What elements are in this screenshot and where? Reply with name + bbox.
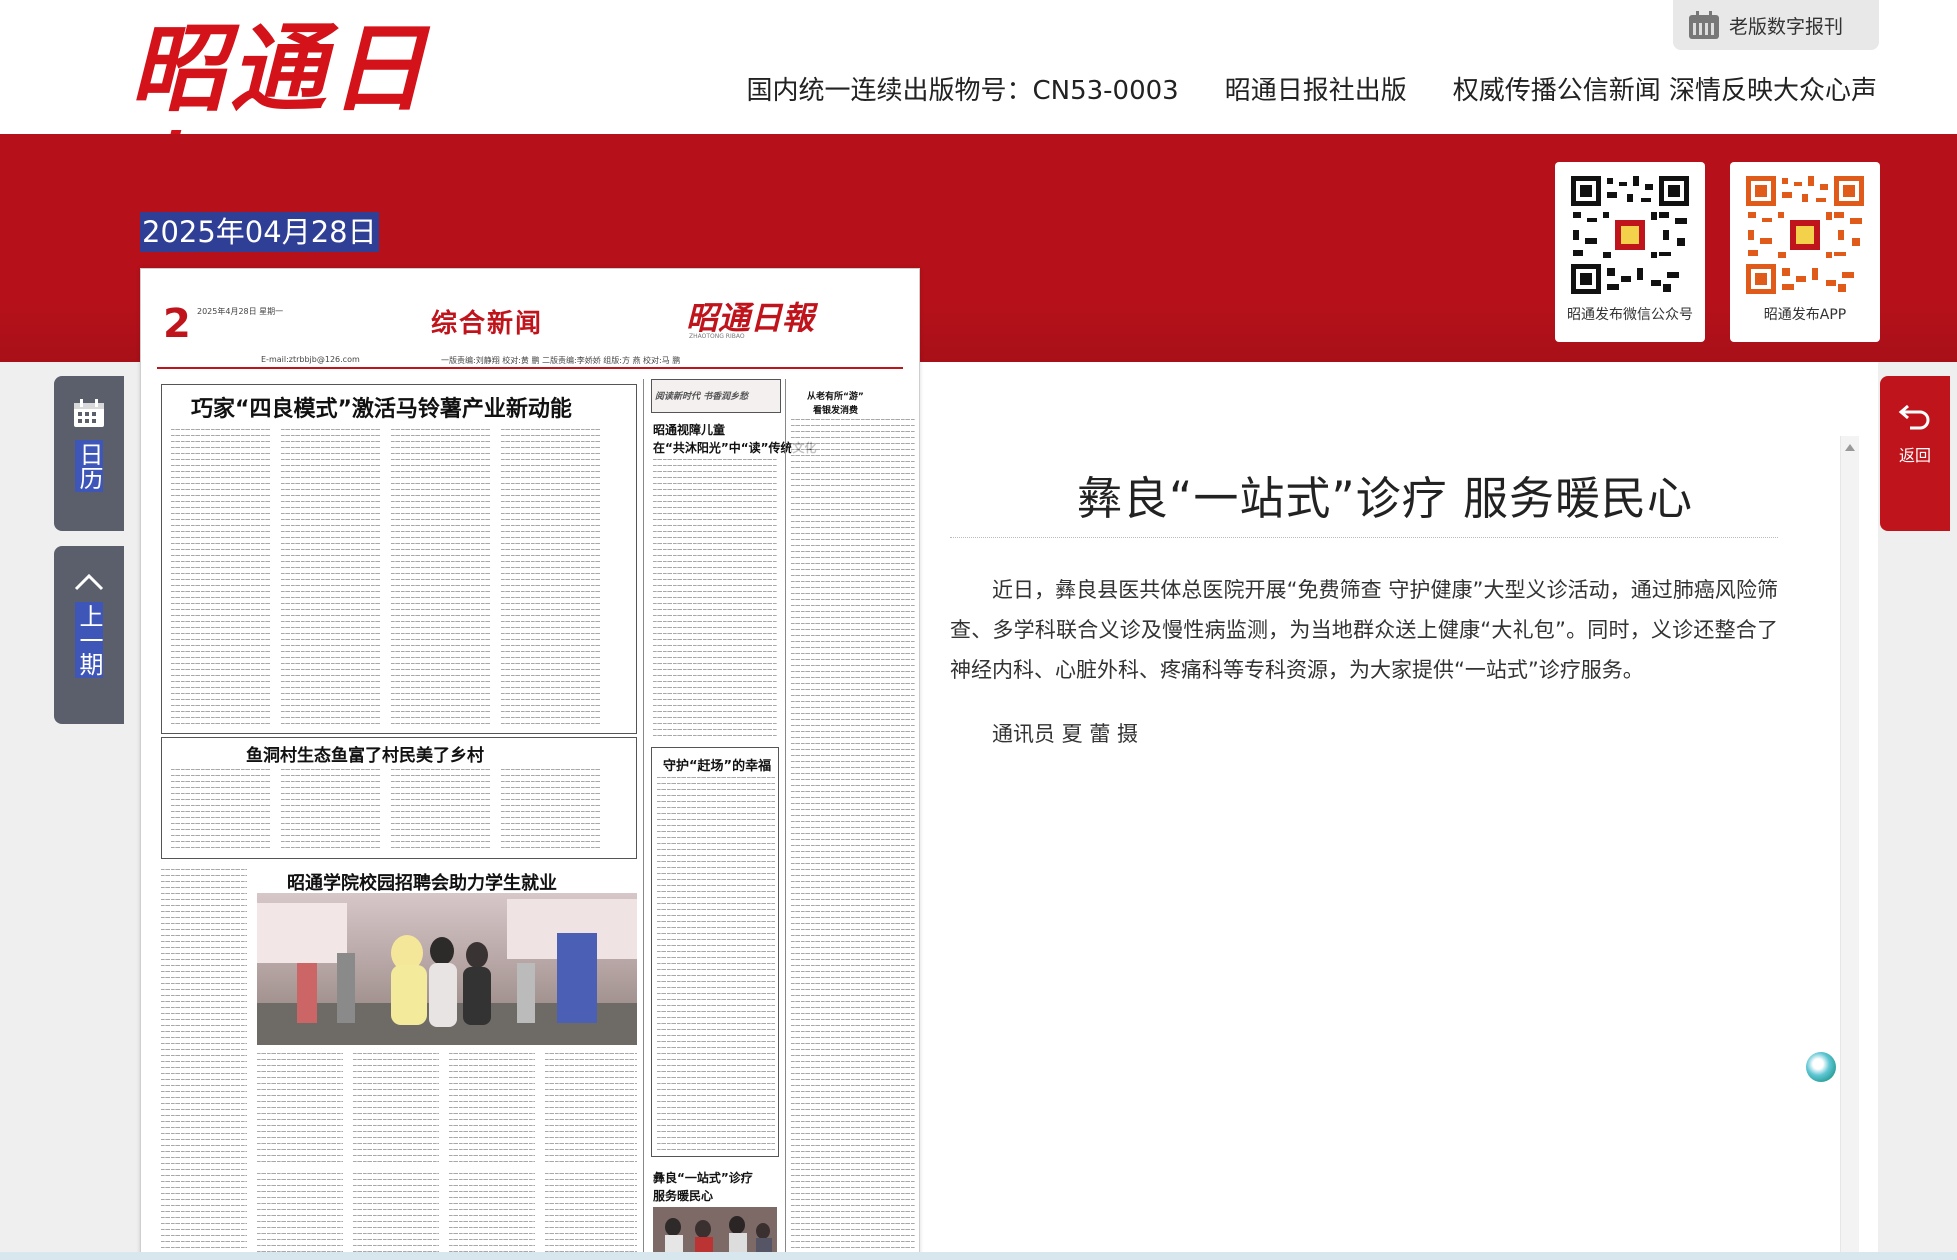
text-column [501, 429, 601, 725]
text-column [281, 429, 381, 725]
headline-blind[interactable]: 昭通视障儿童 [653, 421, 725, 438]
old-version-label: 老版数字报刊 [1729, 15, 1844, 38]
qr-code-icon [1567, 172, 1693, 298]
text-column [257, 1053, 343, 1163]
text-column [353, 1053, 439, 1163]
text-column [391, 429, 491, 725]
text-column [449, 1053, 535, 1163]
recruit-photo[interactable] [257, 893, 637, 1045]
text-column [391, 769, 491, 853]
text-column [281, 769, 381, 853]
scroll-up-arrow-icon[interactable] [1845, 444, 1855, 451]
text-column [791, 419, 915, 1257]
text-column [657, 777, 775, 1151]
text-column [257, 1173, 343, 1253]
headline-clinic-2[interactable]: 服务暖民心 [653, 1187, 713, 1204]
bottom-bar [0, 1252, 1957, 1260]
publication-number: 国内统一连续出版物号：CN53-0003 [746, 76, 1179, 106]
headline-market[interactable]: 守护“赶场”的幸福 [663, 755, 771, 774]
qr-caption-wechat: 昭通发布微信公众号 [1567, 307, 1693, 323]
publisher-text: 昭通日报社出版 [1224, 76, 1407, 106]
article-scrollbar[interactable] [1840, 436, 1859, 1260]
headline-silver[interactable]: 看银发消费 [813, 403, 858, 416]
article-title: 彝良“一站式”诊疗 服务暖民心 [1077, 472, 1693, 525]
column-divider [643, 379, 644, 1259]
headline-travel[interactable]: 从老有所“游” [807, 389, 864, 402]
back-label: 返回 [1898, 446, 1931, 465]
column-banner-text: 阅读新时代 书香润乡愁 [655, 392, 749, 402]
prev-issue-button[interactable]: 上一期 [54, 546, 124, 724]
page-masthead-sub: ZHAOTONG RIBAO [689, 333, 745, 340]
slogan-text: 权威传播公信新闻 深情反映大众心声 [1452, 76, 1877, 106]
qr-code-icon [1742, 172, 1868, 298]
page-rule [157, 367, 903, 369]
article-body: 近日，彝良县医共体总医院开展“免费筛查 守护健康”大型义诊活动，通过肺癌风险筛查… [950, 578, 1778, 682]
qr-card-app: 昭通发布APP [1730, 162, 1880, 342]
header-info: 国内统一连续出版物号：CN53-0003 昭通日报社出版 权威传播公信新闻 深情… [746, 70, 1877, 106]
text-column [501, 769, 601, 853]
headline-recruit[interactable]: 昭通学院校园招聘会助力学生就业 [287, 869, 557, 895]
article-credit: 通讯员 夏 蕾 摄 [992, 722, 1139, 746]
text-column [545, 1173, 637, 1253]
assistant-float-icon[interactable] [1806, 1052, 1836, 1082]
headline-clinic[interactable]: 彝良“一站式”诊疗 [653, 1169, 753, 1186]
calendar-icon [74, 399, 104, 427]
headline-potato[interactable]: 巧家“四良模式”激活马铃薯产业新动能 [191, 391, 572, 423]
chevron-up-icon [74, 573, 104, 591]
qr-caption-app: 昭通发布APP [1763, 307, 1847, 323]
text-column [171, 769, 271, 853]
column-divider [785, 379, 786, 1259]
text-column [161, 869, 247, 1249]
page-number: 2 [163, 301, 191, 347]
text-column [653, 459, 777, 739]
text-column [353, 1173, 439, 1253]
page-email: E-mail:ztrbbjb@126.com [261, 355, 360, 364]
site-logo[interactable]: 昭通日報 [130, 14, 510, 234]
qr-card-wechat: 昭通发布微信公众号 [1555, 162, 1705, 342]
text-column [545, 1053, 637, 1163]
text-column [449, 1173, 535, 1253]
calendar-icon [1689, 11, 1719, 39]
page-section: 综合新闻 [431, 309, 544, 339]
page-credits: 一版责编:刘静翔 校对:黄 鹏 二版责编:李娇娇 组版:方 燕 校对:马 鹏 [441, 356, 681, 365]
calendar-button[interactable]: 日历 [54, 376, 124, 531]
site-header: 昭通日報 老版数字报刊 国内统一连续出版物号：CN53-0003 昭通日报社出版… [0, 0, 1957, 234]
page-date: 2025年4月28日 星期一 [197, 307, 284, 316]
old-version-button[interactable]: 老版数字报刊 [1673, 0, 1879, 50]
back-button[interactable]: 返回 [1880, 376, 1950, 531]
return-arrow-icon [1898, 404, 1930, 430]
prev-issue-label: 上一期 [75, 602, 103, 678]
title-divider [950, 537, 1778, 538]
text-column [171, 429, 271, 725]
issue-date: 2025年04月28日 [140, 212, 379, 252]
newspaper-page[interactable]: 2 2025年4月28日 星期一 综合新闻 昭通日報 ZHAOTONG RIBA… [140, 268, 920, 1260]
calendar-label: 日历 [75, 440, 103, 492]
clinic-photo[interactable] [653, 1207, 777, 1257]
